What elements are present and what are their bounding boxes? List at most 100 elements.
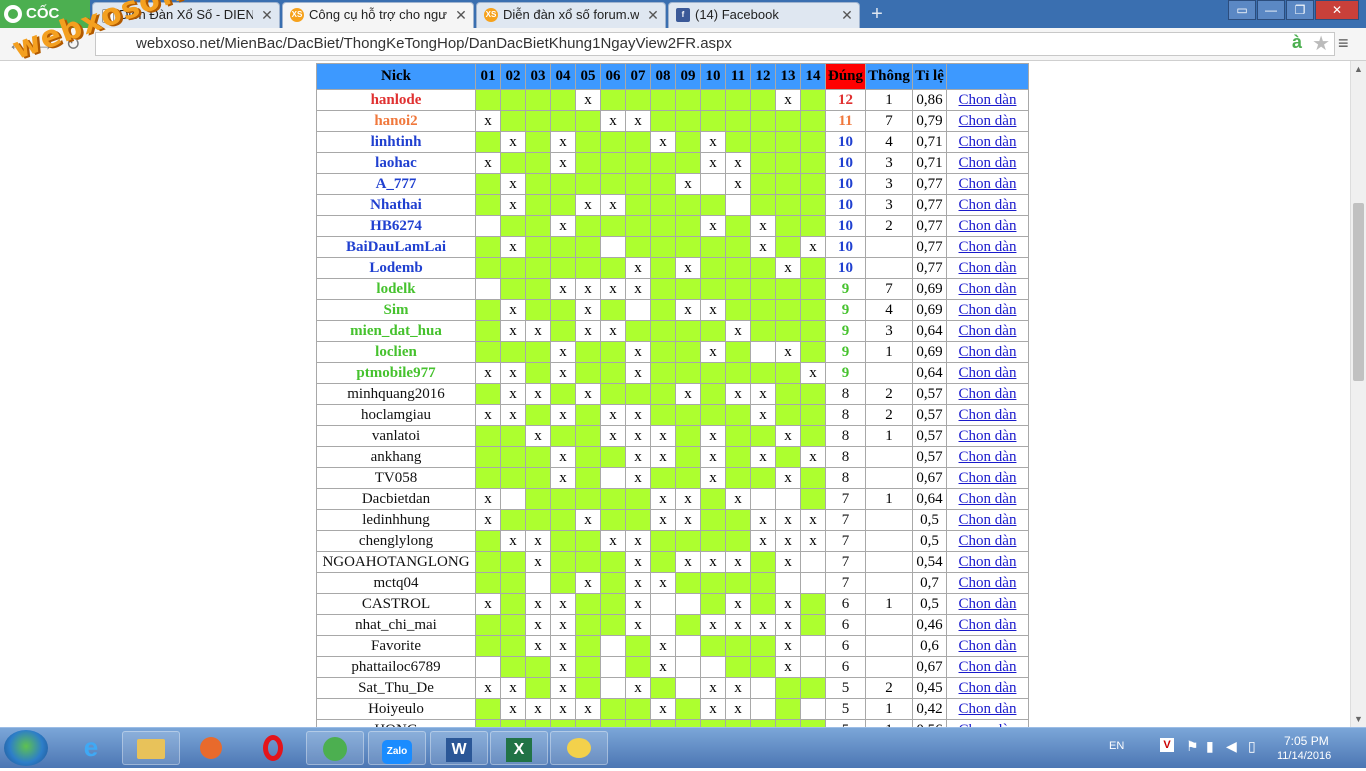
chon-dan-link[interactable]: Chon dàn <box>959 323 1017 339</box>
chon-dan-link[interactable]: Chon dàn <box>959 575 1017 591</box>
chon-dan-link[interactable]: Chon dàn <box>959 155 1017 171</box>
chon-dan-link[interactable]: Chon dàn <box>959 680 1017 696</box>
chon-dan-link[interactable]: Chon dàn <box>959 449 1017 465</box>
chon-dan-link[interactable]: Chon dàn <box>959 533 1017 549</box>
paint-icon[interactable] <box>550 731 608 765</box>
close-icon[interactable]: ✕ <box>453 3 469 27</box>
day-cell: x <box>750 215 776 237</box>
close-window-button[interactable]: ✕ <box>1315 0 1359 20</box>
chon-dan-link[interactable]: Chon dàn <box>959 302 1017 318</box>
chon-dan-link[interactable]: Chon dàn <box>959 92 1017 108</box>
user-icon[interactable]: ▭ <box>1228 0 1256 20</box>
scroll-up-icon[interactable]: ▲ <box>1354 64 1363 74</box>
day-cell: x <box>575 572 601 594</box>
vertical-scrollbar[interactable]: ▲ ▼ <box>1350 61 1366 727</box>
chon-dan-link[interactable]: Chon dàn <box>959 617 1017 633</box>
day-cell: x <box>725 614 751 636</box>
day-cell <box>650 278 676 300</box>
network-icon[interactable]: ▮ <box>1206 738 1214 755</box>
scroll-down-icon[interactable]: ▼ <box>1354 714 1363 724</box>
chon-dan-link[interactable]: Chon dàn <box>959 554 1017 570</box>
day-cell: x <box>475 404 501 426</box>
day-cell <box>550 194 576 216</box>
media-icon[interactable] <box>182 731 240 765</box>
day-cell <box>650 614 676 636</box>
chon-dan-link[interactable]: Chon dàn <box>959 218 1017 234</box>
day-cell <box>650 152 676 174</box>
day-cell: x <box>475 362 501 384</box>
day-cell <box>525 572 551 594</box>
day-cell <box>600 299 626 321</box>
coccoc-taskbar-icon[interactable] <box>306 731 364 765</box>
menu-icon[interactable]: ≡ <box>1338 33 1356 53</box>
chon-dan-link[interactable]: Chon dàn <box>959 386 1017 402</box>
chon-dan-link[interactable]: Chon dàn <box>959 197 1017 213</box>
day-cell <box>525 110 551 132</box>
folder-icon[interactable] <box>122 731 180 765</box>
clock-date[interactable]: 11/14/2016 <box>1277 750 1331 762</box>
chon-dan-link[interactable]: Chon dàn <box>959 281 1017 297</box>
day-cell <box>775 152 801 174</box>
clock-time[interactable]: 7:05 PM <box>1284 734 1329 748</box>
battery-icon[interactable]: ▯ <box>1248 738 1256 755</box>
close-icon[interactable]: ✕ <box>645 3 661 27</box>
minimize-button[interactable]: — <box>1257 0 1285 20</box>
day-cell: x <box>775 530 801 552</box>
thong-cell: 4 <box>865 131 913 153</box>
chon-dan-link[interactable]: Chon dàn <box>959 512 1017 528</box>
nick-cell: Dacbietdan <box>316 488 476 510</box>
word-icon[interactable]: W <box>430 731 488 765</box>
day-cell <box>500 89 526 111</box>
close-icon[interactable]: ✕ <box>259 3 275 27</box>
maximize-button[interactable]: ❐ <box>1286 0 1314 20</box>
link-cell: Chon dàn <box>946 425 1029 447</box>
day-cell <box>475 656 501 678</box>
bookmark-star-icon[interactable]: ★ <box>1312 31 1330 56</box>
day-cell <box>500 572 526 594</box>
chon-dan-link[interactable]: Chon dàn <box>959 260 1017 276</box>
link-cell: Chon dàn <box>946 278 1029 300</box>
tab-forum[interactable]: XS Diễn đàn xổ số forum.web ✕ <box>476 2 666 28</box>
volume-icon[interactable]: ◀ <box>1226 738 1237 755</box>
dung-cell: 10 <box>825 173 866 195</box>
dictionary-icon[interactable]: à <box>1292 32 1302 53</box>
day-cell <box>675 446 701 468</box>
zalo-icon[interactable]: Zalo <box>368 731 426 765</box>
day-cell <box>725 236 751 258</box>
chon-dan-link[interactable]: Chon dàn <box>959 428 1017 444</box>
chon-dan-link[interactable]: Chon dàn <box>959 491 1017 507</box>
chon-dan-link[interactable]: Chon dàn <box>959 701 1017 717</box>
new-tab-button[interactable]: + <box>866 4 888 24</box>
chon-dan-link[interactable]: Chon dàn <box>959 239 1017 255</box>
chon-dan-link[interactable]: Chon dàn <box>959 365 1017 381</box>
chon-dan-link[interactable]: Chon dàn <box>959 113 1017 129</box>
start-button[interactable] <box>4 730 48 766</box>
chon-dan-link[interactable]: Chon dàn <box>959 344 1017 360</box>
tab-cong-cu[interactable]: XS Công cụ hỗ trợ cho người ✕ <box>282 2 474 28</box>
day-cell <box>725 572 751 594</box>
scroll-thumb[interactable] <box>1353 203 1364 381</box>
antivirus-icon[interactable]: V <box>1160 738 1174 752</box>
tile-cell: 0,5 <box>912 509 947 531</box>
day-cell <box>575 446 601 468</box>
excel-icon[interactable]: X <box>490 731 548 765</box>
chon-dan-link[interactable]: Chon dàn <box>959 596 1017 612</box>
chon-dan-link[interactable]: Chon dàn <box>959 134 1017 150</box>
day-cell <box>600 572 626 594</box>
header-day: 06 <box>600 63 626 90</box>
chon-dan-link[interactable]: Chon dàn <box>959 407 1017 423</box>
flag-icon[interactable]: ⚑ <box>1186 738 1199 755</box>
opera-icon[interactable] <box>244 731 302 765</box>
chon-dan-link[interactable]: Chon dàn <box>959 659 1017 675</box>
language-indicator[interactable]: EN <box>1109 740 1124 752</box>
day-cell <box>500 446 526 468</box>
url-input[interactable]: webxoso.net/MienBac/DacBiet/ThongKeTongH… <box>95 32 1335 56</box>
chon-dan-link[interactable]: Chon dàn <box>959 176 1017 192</box>
chon-dan-link[interactable]: Chon dàn <box>959 638 1017 654</box>
day-cell <box>650 215 676 237</box>
ie-icon[interactable]: e <box>62 731 120 765</box>
day-cell <box>675 152 701 174</box>
tab-facebook[interactable]: f (14) Facebook ✕ <box>668 2 860 28</box>
chon-dan-link[interactable]: Chon dàn <box>959 470 1017 486</box>
close-icon[interactable]: ✕ <box>839 3 855 27</box>
